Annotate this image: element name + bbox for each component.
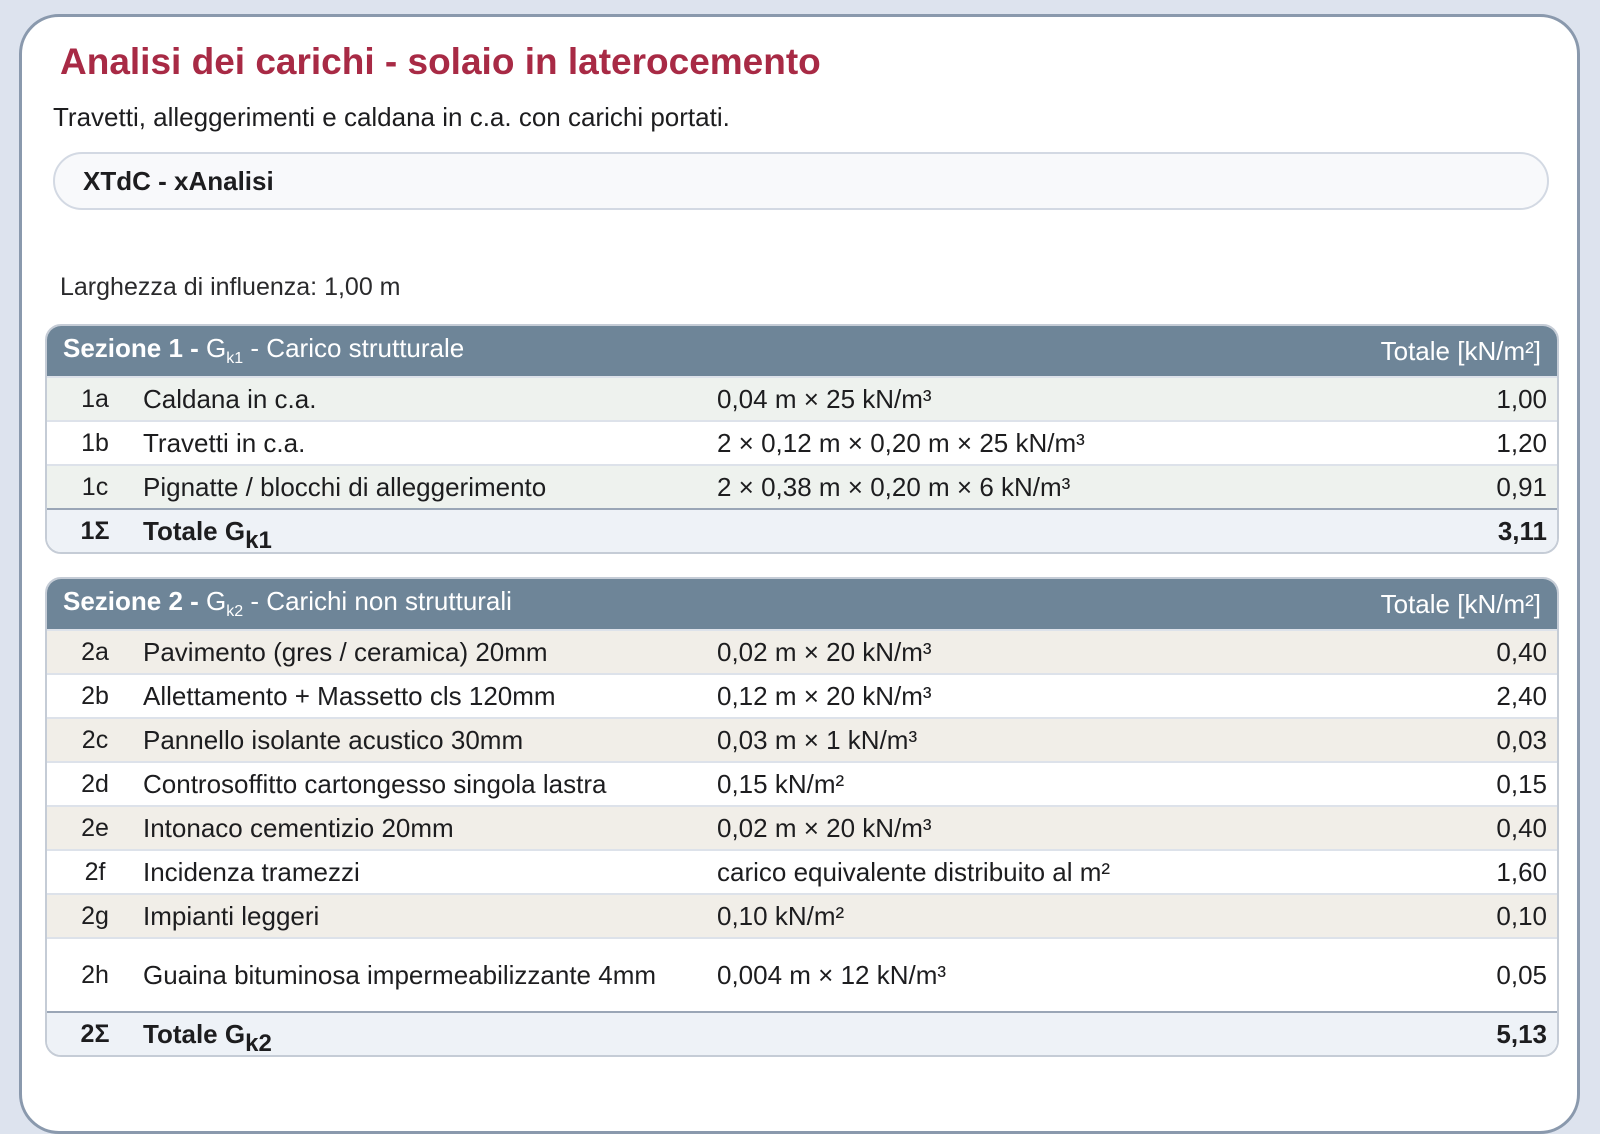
row-code: 1b bbox=[81, 428, 109, 457]
row-value: 1,60 bbox=[1496, 856, 1547, 887]
row-description: Pignatte / blocchi di alleggerimento bbox=[143, 472, 547, 502]
row-description: Allettamento + Massetto cls 120mm bbox=[143, 681, 556, 711]
row-value: 0,03 bbox=[1496, 724, 1547, 755]
row-formula: 0,02 m × 20 kN/m³ bbox=[717, 813, 932, 843]
row-code: 1a bbox=[81, 384, 109, 413]
row-code: 2h bbox=[81, 960, 109, 989]
row-formula: 0,04 m × 25 kN/m³ bbox=[717, 384, 932, 414]
total-label: Totale Gk1 bbox=[143, 516, 272, 554]
row-code: 1c bbox=[81, 472, 109, 501]
section-1-header: Sezione 1 - Gk1 - Carico strutturale Tot… bbox=[47, 326, 1557, 376]
row-description: Caldana in c.a. bbox=[143, 384, 317, 414]
table-row: 2g Impianti leggeri 0,10 kN/m² 0,10 bbox=[47, 893, 1557, 937]
row-code: 2b bbox=[81, 681, 109, 710]
table-row: 2f Incidenza tramezzi carico equivalente… bbox=[47, 849, 1557, 893]
table-row: 2c Pannello isolante acustico 30mm 0,03 … bbox=[47, 717, 1557, 761]
page-subtitle: Travetti, alleggerimenti e caldana in c.… bbox=[53, 102, 730, 132]
row-value: 0,15 bbox=[1496, 768, 1547, 799]
row-formula: 0,004 m × 12 kN/m³ bbox=[717, 960, 947, 990]
row-value: 0,40 bbox=[1496, 812, 1547, 843]
row-code: 2e bbox=[81, 813, 109, 842]
table-row: 1c Pignatte / blocchi di alleggerimento … bbox=[47, 464, 1557, 508]
page-title: Analisi dei carichi - solaio in lateroce… bbox=[60, 41, 821, 82]
table-row: 2a Pavimento (gres / ceramica) 20mm 0,02… bbox=[47, 629, 1557, 673]
row-description: Controsoffitto cartongesso singola lastr… bbox=[143, 769, 607, 799]
total-value: 5,13 bbox=[1496, 1018, 1547, 1049]
row-formula: 0,12 m × 20 kN/m³ bbox=[717, 681, 932, 711]
section-1-total-row: 1Σ Totale Gk1 3,11 bbox=[47, 508, 1557, 552]
table-row: 2b Allettamento + Massetto cls 120mm 0,1… bbox=[47, 673, 1557, 717]
row-code: 2a bbox=[81, 637, 109, 666]
total-code: 1Σ bbox=[80, 516, 110, 545]
analysis-card: Analisi dei carichi - solaio in lateroce… bbox=[19, 14, 1580, 1134]
total-value: 3,11 bbox=[1497, 515, 1547, 546]
app-label: XTdC - xAnalisi bbox=[83, 165, 274, 196]
row-description: Pavimento (gres / ceramica) 20mm bbox=[143, 637, 548, 667]
row-description: Incidenza tramezzi bbox=[143, 857, 360, 887]
row-formula: 2 × 0,38 m × 0,20 m × 6 kN/m³ bbox=[717, 472, 1071, 502]
app-label-bar: XTdC - xAnalisi bbox=[53, 152, 1549, 210]
row-description: Travetti in c.a. bbox=[143, 428, 306, 458]
row-formula: 0,15 kN/m² bbox=[717, 769, 845, 799]
table-row: 1b Travetti in c.a. 2 × 0,12 m × 0,20 m … bbox=[47, 420, 1557, 464]
section-2-header: Sezione 2 - Gk2 - Carichi non struttural… bbox=[47, 579, 1557, 629]
section-2-table: Sezione 2 - Gk2 - Carichi non struttural… bbox=[45, 577, 1559, 1057]
row-code: 2d bbox=[81, 769, 109, 798]
row-value: 2,40 bbox=[1496, 680, 1547, 711]
row-description: Impianti leggeri bbox=[143, 901, 320, 931]
influence-width: Larghezza di influenza: 1,00 m bbox=[60, 273, 401, 301]
table-row: 2d Controsoffitto cartongesso singola la… bbox=[47, 761, 1557, 805]
table-row: 2h Guaina bituminosa impermeabilizzante … bbox=[47, 937, 1557, 1011]
section-1-table: Sezione 1 - Gk1 - Carico strutturale Tot… bbox=[45, 324, 1559, 554]
row-value: 1,00 bbox=[1496, 383, 1547, 414]
row-value: 0,40 bbox=[1496, 636, 1547, 667]
section-2-unit-header: Totale [kN/m²] bbox=[1380, 588, 1541, 619]
section-1-unit-header: Totale [kN/m²] bbox=[1380, 335, 1541, 366]
row-description: Intonaco cementizio 20mm bbox=[143, 813, 454, 843]
row-value: 1,20 bbox=[1496, 427, 1547, 458]
row-description: Guaina bituminosa impermeabilizzante 4mm bbox=[143, 960, 657, 990]
row-value: 0,10 bbox=[1496, 900, 1547, 931]
row-formula: 0,03 m × 1 kN/m³ bbox=[717, 725, 918, 755]
total-code: 2Σ bbox=[80, 1019, 110, 1048]
row-value: 0,05 bbox=[1496, 959, 1547, 990]
section-1-title: Sezione 1 - Gk1 - Carico strutturale bbox=[63, 333, 465, 368]
row-formula: 2 × 0,12 m × 0,20 m × 25 kN/m³ bbox=[717, 428, 1085, 458]
row-value: 0,91 bbox=[1496, 471, 1547, 502]
section-2-title: Sezione 2 - Gk2 - Carichi non struttural… bbox=[63, 586, 512, 621]
row-formula: 0,02 m × 20 kN/m³ bbox=[717, 637, 932, 667]
table-row: 1a Caldana in c.a. 0,04 m × 25 kN/m³ 1,0… bbox=[47, 376, 1557, 420]
row-code: 2f bbox=[84, 857, 106, 886]
total-label: Totale Gk2 bbox=[143, 1019, 272, 1057]
row-description: Pannello isolante acustico 30mm bbox=[143, 725, 524, 755]
table-row: 2e Intonaco cementizio 20mm 0,02 m × 20 … bbox=[47, 805, 1557, 849]
row-code: 2g bbox=[81, 901, 109, 930]
row-formula: 0,10 kN/m² bbox=[717, 901, 845, 931]
section-2-total-row: 2Σ Totale Gk2 5,13 bbox=[47, 1011, 1557, 1055]
row-code: 2c bbox=[81, 725, 109, 754]
row-formula: carico equivalente distribuito al m² bbox=[717, 857, 1111, 887]
